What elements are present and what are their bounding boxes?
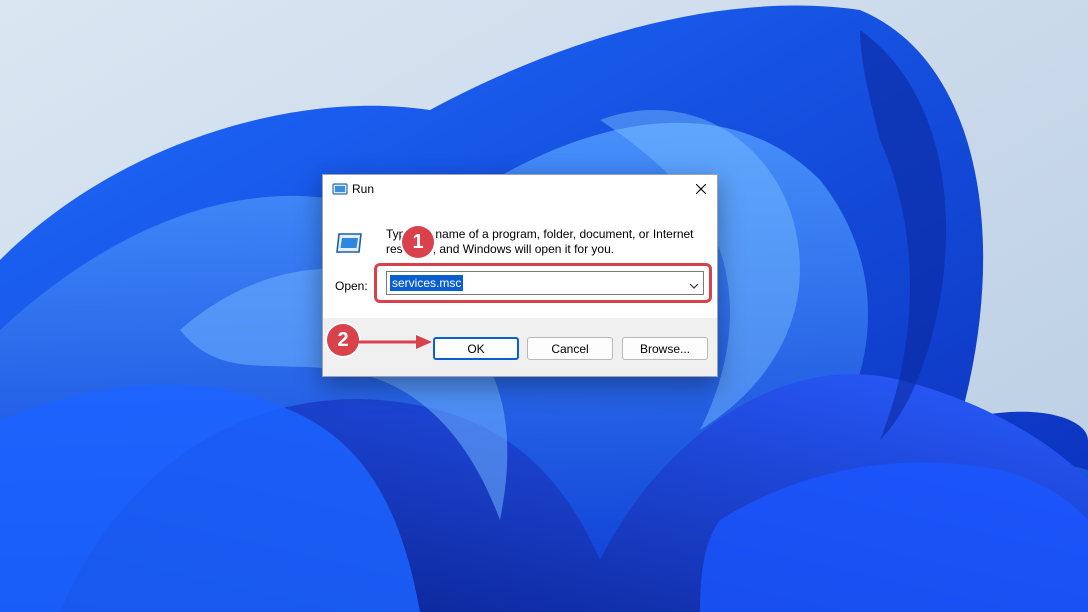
ok-button[interactable]: OK xyxy=(433,337,519,360)
cancel-button[interactable]: Cancel xyxy=(527,337,613,360)
step-2-marker: 2 xyxy=(327,324,359,356)
close-button[interactable] xyxy=(685,175,717,203)
window-title: Run xyxy=(352,182,375,196)
step-1-marker: 1 xyxy=(402,226,434,258)
close-icon xyxy=(696,184,706,194)
run-program-icon xyxy=(335,230,365,256)
run-icon xyxy=(332,182,348,196)
arrow-icon xyxy=(356,335,432,349)
open-label: Open: xyxy=(335,279,368,293)
browse-button[interactable]: Browse... xyxy=(622,337,708,360)
input-highlight-box xyxy=(374,263,712,303)
title-bar[interactable]: Run xyxy=(323,175,717,203)
